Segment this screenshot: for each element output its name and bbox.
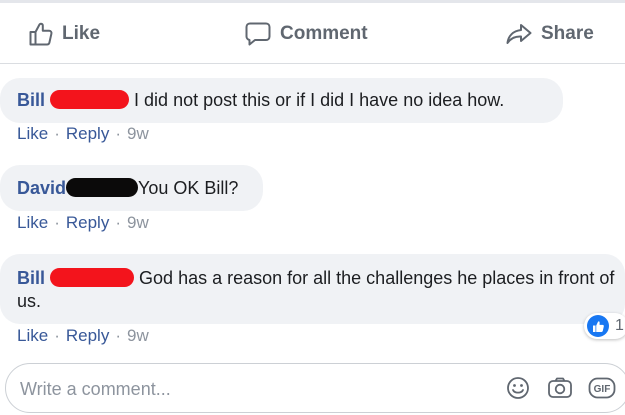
emoji-icon[interactable] xyxy=(506,376,530,405)
comment-like-link[interactable]: Like xyxy=(17,213,48,233)
share-label: Share xyxy=(541,23,594,44)
comment-like-link[interactable]: Like xyxy=(17,124,48,144)
comment-like-link[interactable]: Like xyxy=(17,326,48,346)
comment-text: You OK Bill? xyxy=(138,178,239,198)
comment-meta: Like · Reply · 9w xyxy=(17,326,149,346)
comment-reply-link[interactable]: Reply xyxy=(66,326,109,346)
comment-timestamp[interactable]: 9w xyxy=(127,124,149,144)
redaction-mark xyxy=(50,90,130,109)
comment-author[interactable]: David xyxy=(17,178,66,198)
comment-author[interactable]: Bill xyxy=(17,268,45,288)
comment-button[interactable]: Comment xyxy=(244,17,368,51)
separator-dot: · xyxy=(115,213,121,232)
comment-timestamp[interactable]: 9w xyxy=(127,213,149,233)
reaction-count: 1 xyxy=(615,317,624,334)
separator-dot: · xyxy=(54,213,60,232)
gif-icon[interactable]: GIF xyxy=(588,376,616,405)
thumbs-up-icon xyxy=(587,315,609,337)
gif-label: GIF xyxy=(594,384,611,395)
comment-input[interactable] xyxy=(20,376,480,402)
comment-meta: Like · Reply · 9w xyxy=(17,213,149,233)
comment-reply-link[interactable]: Reply xyxy=(66,124,109,144)
share-button[interactable]: Share xyxy=(505,17,594,51)
comment-meta: Like · Reply · 9w xyxy=(17,124,149,144)
action-bar-divider xyxy=(0,63,625,64)
comment-timestamp[interactable]: 9w xyxy=(127,326,149,346)
top-divider xyxy=(0,0,625,3)
post-action-bar: Like Comment Share xyxy=(0,5,625,63)
comment-reply-link[interactable]: Reply xyxy=(66,213,109,233)
comment-author[interactable]: Bill xyxy=(17,90,45,110)
comment-composer: GIF xyxy=(5,363,625,413)
comment-bubble: David You OK Bill? xyxy=(0,165,263,211)
comment-label: Comment xyxy=(280,23,368,44)
like-label: Like xyxy=(62,23,101,44)
redaction-mark xyxy=(50,268,135,287)
comment-bubble: Bill God has a reason for all the challe… xyxy=(0,254,625,324)
share-arrow-icon xyxy=(505,21,533,47)
redaction-mark xyxy=(66,178,139,197)
camera-icon[interactable] xyxy=(547,376,573,405)
comment-text: I did not post this or if I did I have n… xyxy=(134,90,505,110)
separator-dot: · xyxy=(54,326,60,345)
speech-bubble-icon xyxy=(244,21,272,47)
reaction-badge[interactable]: 1 xyxy=(584,313,625,339)
like-button[interactable]: Like xyxy=(28,17,100,51)
separator-dot: · xyxy=(115,326,121,345)
separator-dot: · xyxy=(115,124,121,143)
separator-dot: · xyxy=(54,124,60,143)
thumbs-up-icon xyxy=(28,21,54,47)
comment-bubble: Bill I did not post this or if I did I h… xyxy=(0,78,563,123)
